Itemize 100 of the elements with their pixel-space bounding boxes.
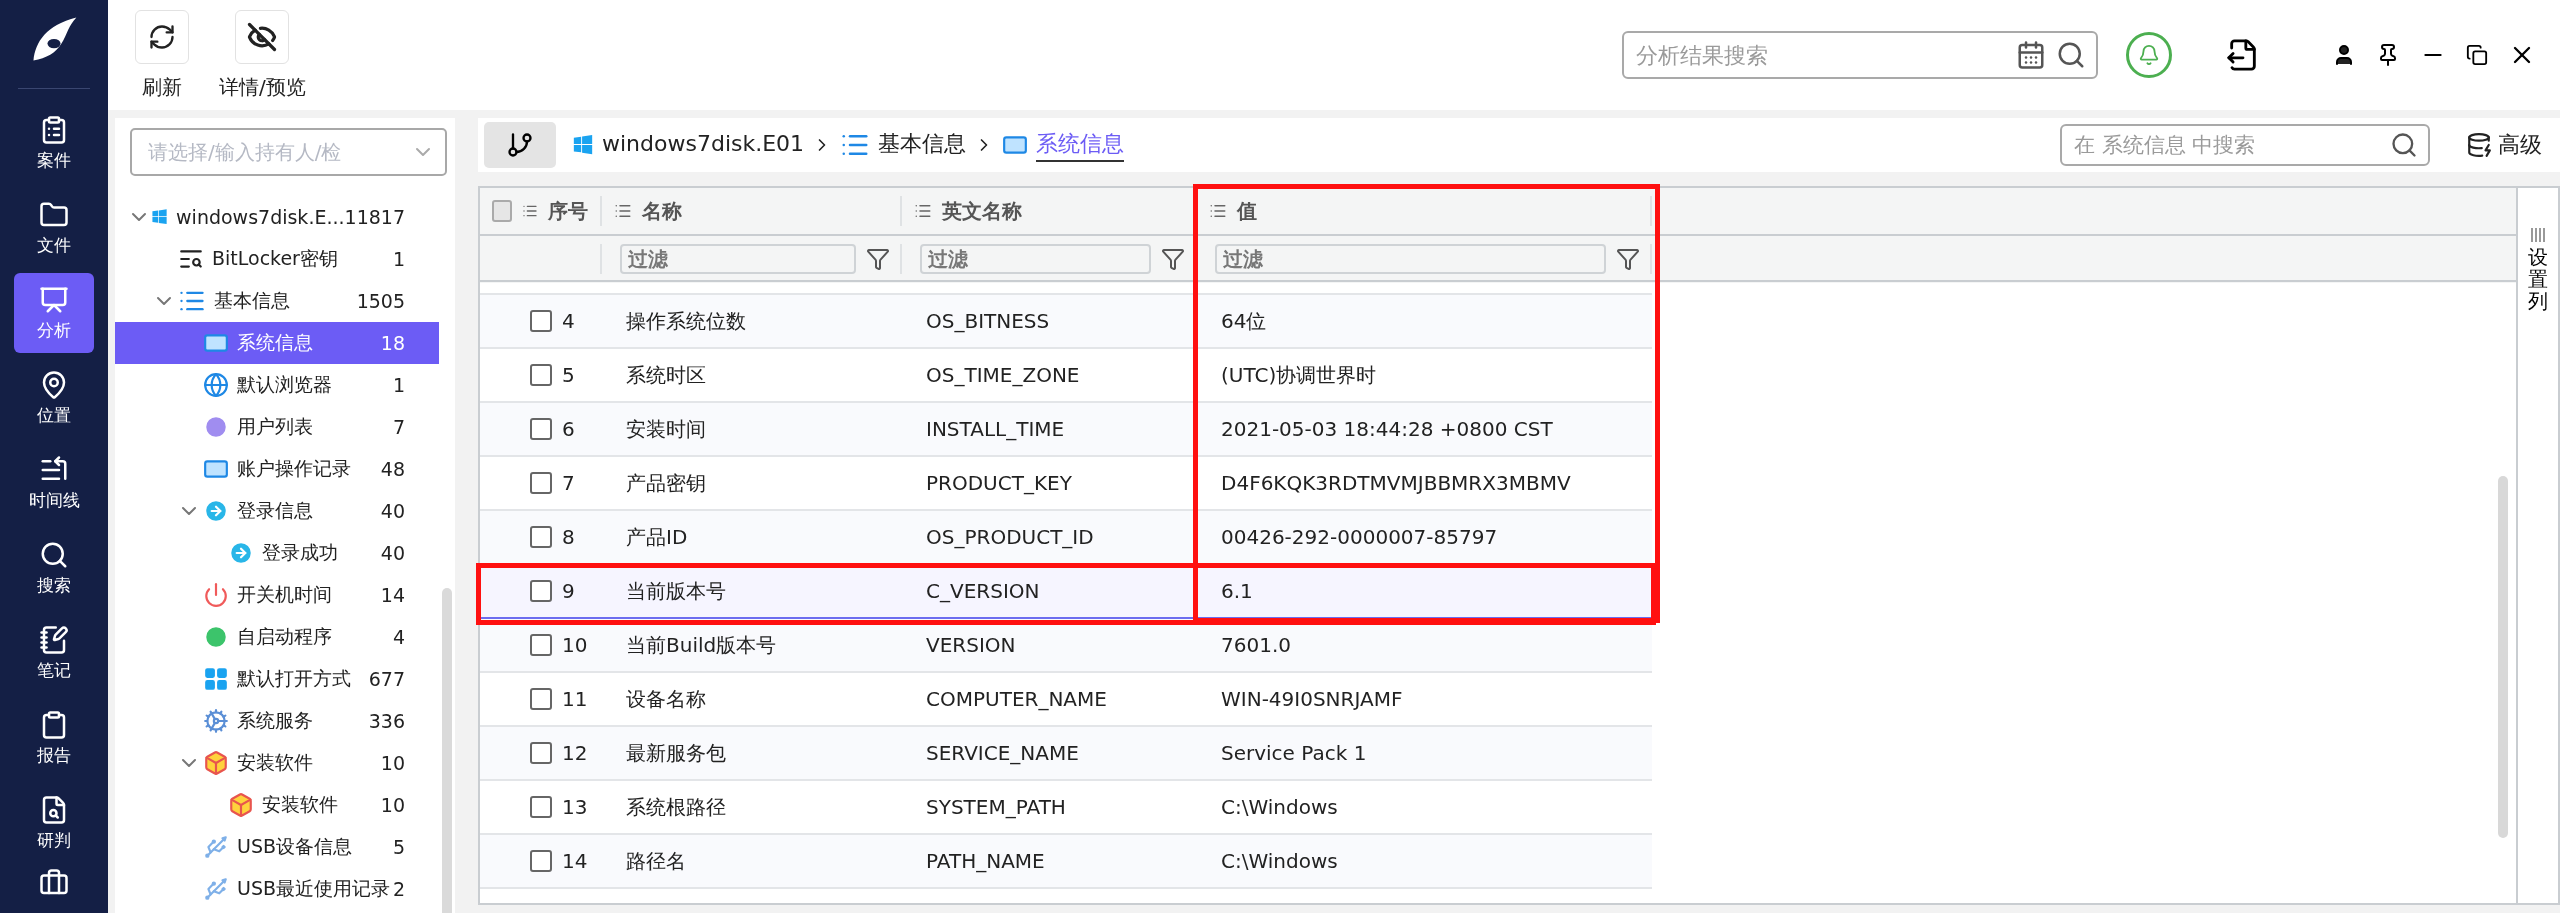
row-number: 10 bbox=[562, 633, 588, 657]
checkbox[interactable] bbox=[530, 850, 552, 872]
checkbox[interactable] bbox=[530, 796, 552, 818]
tree-item[interactable]: 系统服务 336 bbox=[115, 700, 439, 742]
table-cell-text: Service Pack 1 bbox=[1220, 741, 1368, 765]
search-field[interactable]: 分析结果搜索 bbox=[1622, 31, 2098, 79]
filter-field[interactable]: 过滤 bbox=[1215, 244, 1606, 274]
filter-field[interactable]: 过滤 bbox=[920, 244, 1151, 274]
nav-item[interactable]: 时间线 bbox=[14, 443, 94, 523]
tree-item[interactable]: 登录信息 40 bbox=[115, 490, 439, 532]
table-cell-text: 产品密钥 bbox=[625, 469, 707, 497]
bell-icon[interactable] bbox=[2126, 32, 2172, 78]
database-search-icon bbox=[2466, 132, 2492, 158]
usb-icon bbox=[203, 876, 229, 902]
table-row[interactable]: 8 产品ID OS_PRODUCT_ID 00426-292-0000007-85797 bbox=[480, 511, 1652, 565]
table-cell-text: PRODUCT_KEY bbox=[925, 471, 1073, 495]
checkbox[interactable] bbox=[492, 200, 512, 222]
note-icon bbox=[39, 624, 69, 655]
nav-item[interactable]: 分析 bbox=[14, 273, 94, 353]
row-number: 6 bbox=[562, 417, 575, 441]
table-row[interactable]: 12 最新服务包 SERVICE_NAME Service Pack 1 bbox=[480, 727, 1652, 781]
grid-icon bbox=[203, 666, 229, 692]
tree-item[interactable]: windows7disk.E...11817 bbox=[115, 196, 439, 238]
table-cell-text: WIN-49I0SNRJAMF bbox=[1220, 687, 1404, 711]
nav-item[interactable]: 案件 bbox=[14, 103, 94, 183]
branch-icon bbox=[506, 131, 534, 159]
tree-item[interactable]: BitLocker密钥 1 bbox=[115, 238, 439, 280]
table-row[interactable]: 6 安装时间 INSTALL_TIME 2021-05-03 18:44:28 +0800 CST bbox=[480, 403, 1652, 457]
nav-item[interactable]: 报告 bbox=[14, 698, 94, 778]
column-header[interactable]: 序号 bbox=[480, 196, 602, 226]
calendar-icon[interactable] bbox=[2016, 40, 2046, 70]
search-icon[interactable] bbox=[2056, 40, 2086, 70]
power-icon bbox=[203, 582, 229, 608]
tree-item[interactable]: 安装软件 10 bbox=[115, 784, 439, 826]
checkbox[interactable] bbox=[530, 526, 552, 548]
row-number: 9 bbox=[562, 579, 575, 603]
tree-item[interactable]: 账户操作记录 48 bbox=[115, 448, 439, 490]
branch-button[interactable] bbox=[484, 122, 556, 168]
filter-icon[interactable] bbox=[1161, 247, 1185, 271]
column-header[interactable]: 名称 bbox=[602, 196, 902, 226]
table-cell-text: OS_BITNESS bbox=[925, 309, 1051, 333]
checkbox[interactable] bbox=[530, 364, 552, 386]
table-row[interactable]: 9 当前版本号 C_VERSION 6.1 bbox=[480, 565, 1652, 619]
nav-item[interactable]: 文件 bbox=[14, 188, 94, 268]
search-icon[interactable] bbox=[2390, 131, 2418, 159]
nav-item[interactable]: 笔记 bbox=[14, 613, 94, 693]
table-cell-text: 系统时区 bbox=[625, 361, 707, 389]
checkbox[interactable] bbox=[530, 634, 552, 656]
tree-item[interactable]: 默认打开方式 677 bbox=[115, 658, 439, 700]
table-cell-text: 安装时间 bbox=[625, 415, 707, 443]
breadcrumb-link[interactable]: 基本信息 bbox=[878, 128, 967, 162]
toolbar-button[interactable]: 详情/预览 bbox=[219, 10, 306, 101]
nav-item[interactable]: 研判 bbox=[14, 783, 94, 863]
table-cell-text: SERVICE_NAME bbox=[925, 741, 1080, 765]
tree-item[interactable]: 默认浏览器 1 bbox=[115, 364, 439, 406]
nav-item[interactable]: 搜索 bbox=[14, 528, 94, 608]
table-row[interactable]: 14 路径名 PATH_NAME C:\Windows bbox=[480, 835, 1652, 889]
row-number: 4 bbox=[562, 309, 575, 333]
tree-item[interactable]: 开关机时间 14 bbox=[115, 574, 439, 616]
cube-icon bbox=[203, 750, 229, 776]
table-cell-text: COMPUTER_NAME bbox=[925, 687, 1108, 711]
checkbox[interactable] bbox=[530, 688, 552, 710]
tree-item[interactable]: 用户列表 7 bbox=[115, 406, 439, 448]
table-row[interactable]: 10 当前Build版本号 VERSION 7601.0 bbox=[480, 619, 1652, 673]
list-icon bbox=[614, 202, 632, 220]
table-cell-text: C:\Windows bbox=[1220, 849, 1339, 873]
search-field[interactable]: 在 系统信息 中搜索 bbox=[2060, 124, 2430, 166]
nav-item[interactable]: 位置 bbox=[14, 358, 94, 438]
filter-icon[interactable] bbox=[866, 247, 890, 271]
arrow-circle-icon bbox=[228, 540, 254, 566]
table-cell-text: OS_PRODUCT_ID bbox=[925, 525, 1095, 549]
filter-field[interactable]: 过滤 bbox=[620, 244, 856, 274]
breadcrumb-link[interactable]: windows7disk.E01 bbox=[602, 131, 805, 159]
column-header[interactable]: 英文名称 bbox=[902, 196, 1197, 226]
table-cell-text: 当前版本号 bbox=[625, 577, 727, 605]
checkbox[interactable] bbox=[530, 742, 552, 764]
tree-item[interactable]: 自启动程序 4 bbox=[115, 616, 439, 658]
list-icon bbox=[914, 202, 932, 220]
globe-icon bbox=[203, 372, 229, 398]
row-number: 14 bbox=[562, 849, 588, 873]
checkbox[interactable] bbox=[530, 310, 552, 332]
tree-item[interactable]: 安装软件 10 bbox=[115, 742, 439, 784]
tree-item[interactable]: USB设备信息 5 bbox=[115, 826, 439, 868]
tree-item[interactable]: 基本信息 1505 bbox=[115, 280, 439, 322]
tree-item[interactable]: 系统信息 18 bbox=[115, 322, 439, 364]
column-settings-button[interactable]: 设置列 bbox=[2518, 228, 2558, 312]
owner-select-field[interactable]: 请选择/输入持有人/检 bbox=[130, 128, 447, 176]
row-number: 7 bbox=[562, 471, 575, 495]
toolbar-button[interactable]: 刷新 bbox=[135, 10, 189, 101]
breadcrumb-link[interactable]: 系统信息 bbox=[1036, 128, 1125, 162]
column-header[interactable]: 值 bbox=[1197, 196, 1652, 226]
checkbox[interactable] bbox=[530, 418, 552, 440]
tree-item[interactable]: 登录成功 40 bbox=[115, 532, 439, 574]
checkbox[interactable] bbox=[530, 580, 552, 602]
table-row[interactable]: 4 操作系统位数 OS_BITNESS 64位 bbox=[480, 295, 1652, 349]
grip-icon bbox=[2531, 228, 2545, 242]
checkbox[interactable] bbox=[530, 472, 552, 494]
filter-icon[interactable] bbox=[1616, 247, 1640, 271]
tree-item[interactable]: USB最近使用记录 2 bbox=[115, 868, 439, 910]
advanced-button[interactable]: 高级 bbox=[2460, 129, 2548, 161]
